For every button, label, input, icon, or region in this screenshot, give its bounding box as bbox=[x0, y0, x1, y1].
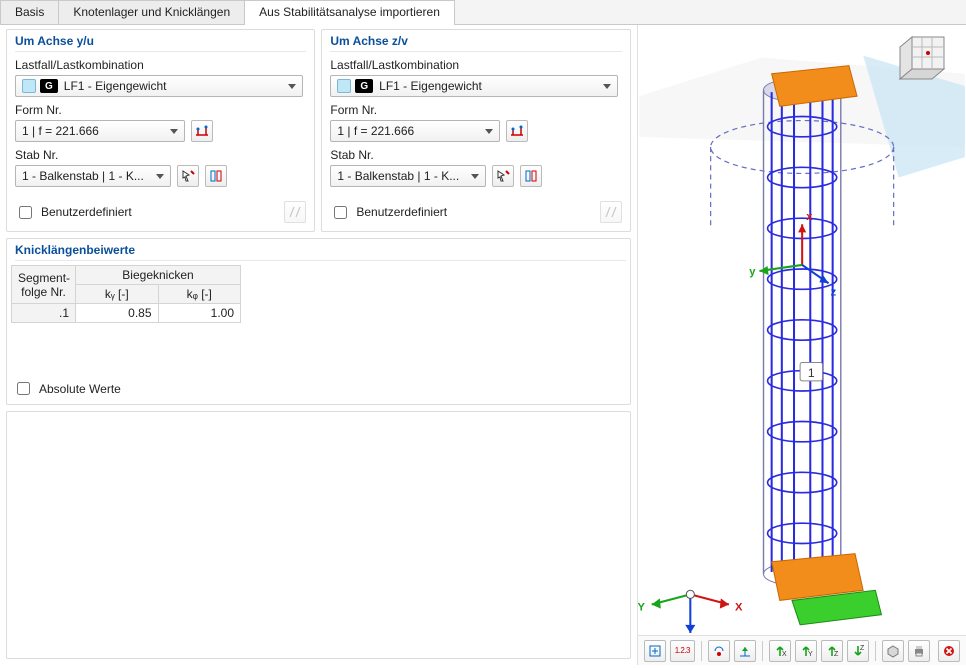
navigation-cube[interactable] bbox=[896, 33, 952, 89]
member-settings-button-y[interactable] bbox=[205, 165, 227, 187]
tab-bar: Basis Knotenlager und Knicklängen Aus St… bbox=[0, 0, 966, 25]
pick-member-button-y[interactable] bbox=[177, 165, 199, 187]
svg-text:Z: Z bbox=[860, 645, 865, 652]
tab-import-stability[interactable]: Aus Stabilitätsanalyse importieren bbox=[244, 0, 455, 24]
view-z-button[interactable]: Z bbox=[821, 640, 843, 662]
userdefined-label-y: Benutzerdefiniert bbox=[41, 205, 132, 219]
form-label-y: Form Nr. bbox=[15, 103, 306, 117]
group-axis-zv: Um Achse z/v Lastfall/Lastkombination G … bbox=[321, 29, 630, 232]
colour-swatch-icon bbox=[337, 79, 351, 93]
show-load-button[interactable] bbox=[708, 640, 730, 662]
show-numbers-button[interactable]: 1.2.3 bbox=[670, 640, 695, 662]
cell-kz[interactable]: 1.00 bbox=[158, 304, 241, 323]
svg-text:x: x bbox=[806, 211, 813, 223]
model-svg: y x z 1 X Y bbox=[638, 25, 966, 635]
userdefined-extra-button-z bbox=[600, 201, 622, 223]
left-panel: Um Achse y/u Lastfall/Lastkombination G … bbox=[0, 25, 637, 665]
loadcase-label-y: Lastfall/Lastkombination bbox=[15, 58, 306, 72]
userdefined-extra-button-y bbox=[284, 201, 306, 223]
loadcase-label-z: Lastfall/Lastkombination bbox=[330, 58, 621, 72]
svg-text:Y: Y bbox=[808, 651, 813, 658]
svg-text:z: z bbox=[830, 286, 836, 298]
view-x-button[interactable]: X bbox=[769, 640, 791, 662]
member-label-z: Stab Nr. bbox=[330, 148, 621, 162]
group-buckling-factors: Knicklängenbeiwerte Segment- folge Nr. B… bbox=[6, 238, 631, 405]
userdefined-checkbox-z[interactable]: Benutzerdefiniert bbox=[330, 203, 447, 222]
loadcase-value-z: LF1 - Eigengewicht bbox=[379, 79, 482, 93]
form-dropdown-y[interactable]: 1 | f = 221.666 bbox=[15, 120, 185, 142]
g-tag-icon: G bbox=[40, 79, 58, 93]
member-settings-button-z[interactable] bbox=[520, 165, 542, 187]
member-value-y: 1 - Balkenstab | 1 - K... bbox=[22, 169, 144, 183]
member-dropdown-y[interactable]: 1 - Balkenstab | 1 - K... bbox=[15, 165, 171, 187]
print-view-button[interactable] bbox=[908, 640, 930, 662]
form-value-y: 1 | f = 221.666 bbox=[22, 124, 99, 138]
right-panel: y x z 1 X Y bbox=[637, 25, 966, 665]
colour-swatch-icon bbox=[22, 79, 36, 93]
svg-text:Z: Z bbox=[834, 651, 839, 658]
userdefined-checkbox-input-y[interactable] bbox=[19, 206, 32, 219]
svg-text:y: y bbox=[749, 266, 756, 278]
group-axis-zv-title: Um Achse z/v bbox=[330, 34, 621, 52]
viewport-toolbar: 1.2.3 X Y Z Z bbox=[638, 635, 966, 665]
view-y-button[interactable]: Y bbox=[795, 640, 817, 662]
view-neg-z-button[interactable]: Z bbox=[847, 640, 869, 662]
group-axis-yu-title: Um Achse y/u bbox=[15, 34, 306, 52]
refresh-view-button[interactable] bbox=[644, 640, 666, 662]
userdefined-checkbox-input-z[interactable] bbox=[334, 206, 347, 219]
col-biegeknicken-header: Biegeknicken bbox=[76, 266, 241, 285]
loadcase-dropdown-y[interactable]: G LF1 - Eigengewicht bbox=[15, 75, 303, 97]
svg-text:X: X bbox=[735, 602, 743, 614]
buckling-factors-table: Segment- folge Nr. Biegeknicken kᵧ [-] k… bbox=[11, 265, 241, 323]
svg-text:X: X bbox=[782, 651, 787, 658]
form-value-z: 1 | f = 221.666 bbox=[337, 124, 414, 138]
col-segment-header: Segment- folge Nr. bbox=[12, 266, 76, 304]
form-label-z: Form Nr. bbox=[330, 103, 621, 117]
tab-basis[interactable]: Basis bbox=[0, 0, 59, 24]
close-panel-button[interactable] bbox=[938, 640, 960, 662]
member-dropdown-z[interactable]: 1 - Balkenstab | 1 - K... bbox=[330, 165, 486, 187]
group-buckling-factors-title: Knicklängenbeiwerte bbox=[15, 243, 626, 261]
g-tag-icon: G bbox=[355, 79, 373, 93]
absolute-values-checkbox-input[interactable] bbox=[17, 382, 30, 395]
col-kz-header: kᵩ [-] bbox=[158, 285, 241, 304]
form-dropdown-z[interactable]: 1 | f = 221.666 bbox=[330, 120, 500, 142]
userdefined-checkbox-y[interactable]: Benutzerdefiniert bbox=[15, 203, 132, 222]
member-label-y: Stab Nr. bbox=[15, 148, 306, 162]
userdefined-label-z: Benutzerdefiniert bbox=[356, 205, 447, 219]
loadcase-dropdown-z[interactable]: G LF1 - Eigengewicht bbox=[330, 75, 618, 97]
assign-form-button-z[interactable] bbox=[506, 120, 528, 142]
pick-member-button-z[interactable] bbox=[492, 165, 514, 187]
loadcase-value-y: LF1 - Eigengewicht bbox=[64, 79, 167, 93]
assign-form-button-y[interactable] bbox=[191, 120, 213, 142]
svg-text:Y: Y bbox=[638, 602, 645, 614]
svg-text:1: 1 bbox=[808, 366, 815, 380]
absolute-values-checkbox[interactable]: Absolute Werte bbox=[13, 379, 626, 398]
table-row[interactable]: .1 0.85 1.00 bbox=[12, 304, 241, 323]
empty-details-area bbox=[6, 411, 631, 659]
tab-knotenlager[interactable]: Knotenlager und Knicklängen bbox=[58, 0, 245, 24]
model-viewport[interactable]: y x z 1 X Y bbox=[638, 25, 966, 635]
absolute-values-label: Absolute Werte bbox=[39, 382, 121, 396]
cell-ky[interactable]: 0.85 bbox=[76, 304, 159, 323]
cell-segment: .1 bbox=[12, 304, 76, 323]
group-axis-yu: Um Achse y/u Lastfall/Lastkombination G … bbox=[6, 29, 315, 232]
isometric-view-button[interactable] bbox=[882, 640, 904, 662]
col-ky-header: kᵧ [-] bbox=[76, 285, 159, 304]
member-value-z: 1 - Balkenstab | 1 - K... bbox=[337, 169, 459, 183]
show-supports-button[interactable] bbox=[734, 640, 756, 662]
